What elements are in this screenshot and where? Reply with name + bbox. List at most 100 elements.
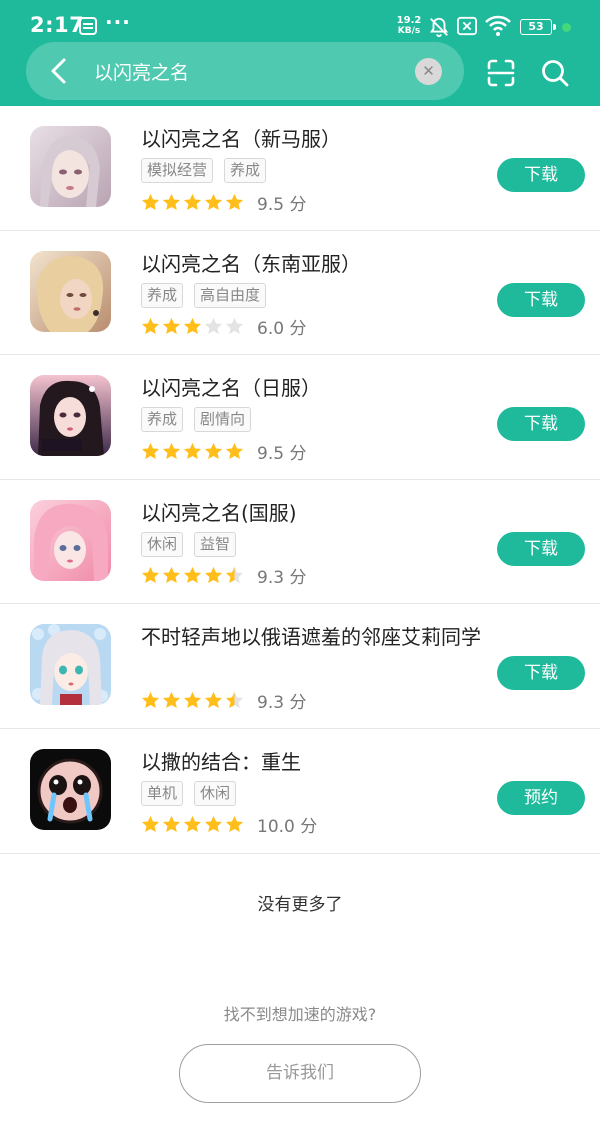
rating: 9.5 分 (140, 190, 307, 215)
network-speed-value: 19.2 (396, 15, 422, 26)
star-full-icon (183, 442, 202, 459)
result-item[interactable]: 以撒的结合：重生 单机 休闲 10.0 分 预约 (0, 729, 600, 854)
star-full-icon (183, 318, 202, 335)
tag: 模拟经营 (141, 158, 214, 183)
wifi-icon (485, 15, 511, 36)
notification-app-icon (79, 17, 97, 35)
game-title[interactable]: 不时轻声地以俄语遮羞的邻座艾莉同学 (141, 621, 481, 650)
star-full-icon (162, 318, 181, 335)
game-icon[interactable] (30, 499, 111, 581)
status-bar: 2:17 ··· 19.2 KB/s 53 (0, 0, 600, 40)
star-full-icon (162, 816, 181, 833)
score: 9.5 分 (257, 443, 307, 464)
tag-list: 养成 高自由度 (141, 282, 277, 309)
download-button[interactable]: 下载 (497, 282, 585, 317)
back-arrow-icon[interactable] (44, 55, 76, 87)
download-button[interactable]: 下载 (497, 656, 585, 691)
star-full-icon (162, 442, 181, 459)
game-icon[interactable] (30, 624, 111, 706)
scan-icon[interactable] (486, 58, 516, 88)
result-item[interactable]: 以闪亮之名（东南亚服） 养成 高自由度 6.0 分 下载 (0, 231, 600, 356)
star-full-icon (225, 193, 244, 210)
score: 9.3 分 (257, 692, 307, 713)
tag-list: 养成 剧情向 (141, 407, 262, 433)
star-full-icon (141, 567, 160, 584)
result-item[interactable]: 不时轻声地以俄语遮羞的邻座艾莉同学 9.3 分 下载 (0, 604, 600, 729)
game-icon[interactable] (30, 375, 111, 457)
star-rating (140, 192, 245, 213)
star-full-icon (204, 816, 223, 833)
download-button[interactable]: 下载 (497, 407, 585, 442)
star-full-icon (225, 816, 244, 833)
rating: 9.3 分 (140, 564, 306, 588)
star-full-icon (204, 193, 223, 210)
hint-text: 找不到想加速的游戏? (223, 1005, 377, 1024)
game-icon[interactable] (30, 748, 111, 830)
tag: 休闲 (194, 780, 237, 806)
bell-off-icon (429, 17, 449, 38)
star-half-icon (225, 567, 244, 584)
result-item[interactable]: 以闪亮之名（日服） 养成 剧情向 9.5 分 下载 (0, 355, 600, 480)
game-icon[interactable] (30, 126, 111, 207)
game-icon[interactable] (30, 250, 111, 332)
download-button[interactable]: 下载 (497, 531, 585, 566)
tag: 益智 (194, 531, 237, 557)
score: 9.5 分 (257, 194, 307, 215)
search-result-list: 以闪亮之名（新马服） 模拟经营 养成 9.5 分 下载 以闪亮之名（东南亚服） 养… (0, 106, 600, 854)
network-speed: 19.2 KB/s (396, 15, 422, 37)
score: 6.0 分 (257, 319, 307, 340)
battery-indicator: 53 (520, 19, 556, 35)
clear-search-icon[interactable]: ✕ (415, 58, 442, 85)
search-input[interactable]: 以闪亮之名 (94, 58, 189, 85)
result-item[interactable]: 以闪亮之名（新马服） 模拟经营 养成 9.5 分 下载 (0, 106, 600, 231)
tell-us-button[interactable]: 告诉我们 (179, 1044, 421, 1103)
result-item[interactable]: 以闪亮之名(国服) 休闲 益智 9.3 分 下载 (0, 480, 600, 605)
game-title[interactable]: 以闪亮之名(国服) (141, 497, 297, 526)
rating: 10.0 分 (140, 813, 317, 837)
rating: 6.0 分 (140, 315, 306, 339)
tag-list: 单机 休闲 (141, 780, 247, 807)
score: 9.3 分 (257, 568, 307, 589)
score: 10.0 分 (257, 817, 318, 838)
rating: 9.5 分 (140, 439, 307, 464)
game-title[interactable]: 以闪亮之名（新马服） (141, 123, 341, 152)
tag: 养成 (224, 158, 267, 183)
status-time: 2:17 (30, 13, 85, 37)
search-bar[interactable]: 以闪亮之名 ✕ (26, 42, 464, 100)
star-half-icon (225, 691, 244, 708)
network-speed-unit: KB/s (397, 26, 421, 36)
game-title[interactable]: 以闪亮之名（东南亚服） (141, 248, 361, 277)
tag: 单机 (141, 780, 184, 806)
star-full-icon (162, 691, 181, 708)
star-full-icon (183, 691, 202, 708)
tag: 剧情向 (194, 407, 252, 433)
tag: 高自由度 (194, 282, 267, 308)
star-empty-icon (225, 318, 244, 335)
tag-list: 休闲 益智 (141, 531, 247, 558)
reserve-button[interactable]: 预约 (497, 780, 585, 815)
app-header: 2:17 ··· 19.2 KB/s 53 以闪亮之名 ✕ (0, 0, 600, 106)
star-full-icon (225, 442, 244, 459)
star-full-icon (183, 567, 202, 584)
star-full-icon (183, 816, 202, 833)
star-full-icon (141, 816, 160, 833)
more-notifications-icon: ··· (105, 10, 131, 34)
tag: 养成 (141, 282, 184, 308)
game-title[interactable]: 以闪亮之名（日服） (141, 372, 321, 401)
search-icon[interactable] (540, 58, 570, 88)
download-button[interactable]: 下载 (497, 158, 585, 192)
tag: 养成 (141, 407, 184, 433)
charging-dot (562, 23, 571, 32)
star-full-icon (162, 567, 181, 584)
star-rating (140, 814, 245, 835)
star-rating (140, 565, 245, 586)
star-full-icon (204, 691, 223, 708)
star-full-icon (204, 442, 223, 459)
game-title[interactable]: 以撒的结合：重生 (141, 746, 301, 775)
tag: 休闲 (141, 531, 184, 557)
star-full-icon (141, 442, 160, 459)
no-more-label: 没有更多了 (257, 895, 343, 915)
star-full-icon (141, 193, 160, 210)
rating: 9.3 分 (140, 688, 307, 713)
star-rating (140, 441, 245, 462)
